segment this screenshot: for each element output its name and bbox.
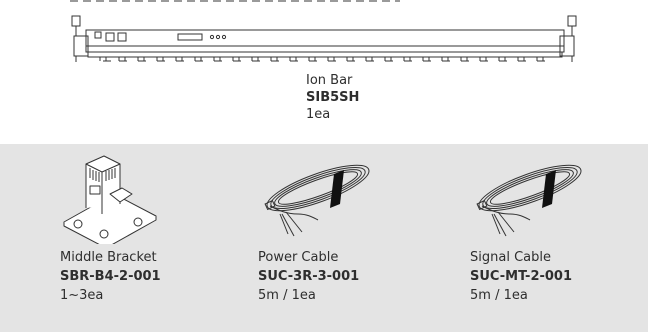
accessory-signal-cable: Signal Cable SUC-MT-2-001 5m / 1ea (470, 144, 648, 332)
accessory-caption: Power Cable SUC-3R-3-001 5m / 1ea (258, 248, 359, 305)
accessory-code: SBR-B4-2-001 (60, 269, 161, 284)
accessory-code: SUC-3R-3-001 (258, 269, 360, 284)
accessory-quantity: 5m / 1ea (258, 288, 316, 303)
main-item-caption: Ion Bar SIB5SH 1ea (306, 72, 359, 123)
product-code: SIB5SH (306, 90, 360, 105)
product-quantity: 1ea (306, 107, 331, 122)
bar-body (85, 29, 565, 58)
accessory-name: Signal Cable (470, 250, 551, 265)
coiled-cable-icon (264, 164, 370, 237)
emitter-needles (99, 57, 545, 62)
accessory-name: Power Cable (258, 250, 339, 265)
product-name: Ion Bar (306, 73, 353, 88)
main-product-section: Ion Bar SIB5SH 1ea (0, 0, 648, 144)
accessory-quantity: 5m / 1ea (470, 288, 528, 303)
accessory-power-cable: Power Cable SUC-3R-3-001 5m / 1ea (258, 144, 458, 332)
accessory-caption: Signal Cable SUC-MT-2-001 5m / 1ea (470, 248, 572, 305)
accessory-name: Middle Bracket (60, 250, 157, 265)
coiled-cable-icon (476, 164, 582, 237)
accessory-middle-bracket: Middle Bracket SBR-B4-2-001 1~3ea (60, 144, 260, 332)
accessory-code: SUC-MT-2-001 (470, 269, 573, 284)
bracket-icon (63, 155, 157, 244)
accessory-quantity: 1~3ea (60, 288, 104, 303)
accessory-caption: Middle Bracket SBR-B4-2-001 1~3ea (60, 248, 161, 305)
accessories-panel: Middle Bracket SBR-B4-2-001 1~3ea Power … (0, 144, 648, 332)
